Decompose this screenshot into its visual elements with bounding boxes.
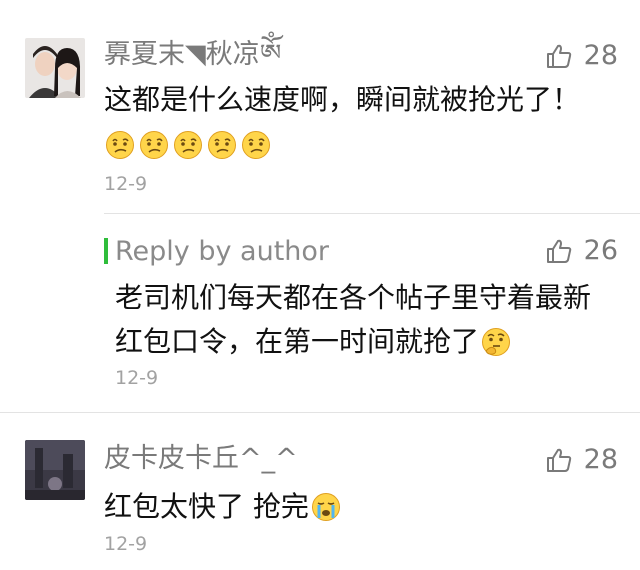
reply-like-button[interactable]: 26 bbox=[546, 237, 618, 264]
comment-date: 12-9 bbox=[104, 533, 148, 555]
reply-text-line-2: 红包口令，在第一时间就抢了 bbox=[115, 321, 511, 363]
reply-by-author-label: Reply by author bbox=[115, 236, 330, 267]
confused-face-icon bbox=[140, 131, 168, 159]
reply-divider bbox=[104, 213, 640, 214]
thumbs-up-icon bbox=[546, 448, 571, 472]
reply-like-count: 26 bbox=[583, 235, 618, 266]
emoji-row bbox=[105, 130, 271, 160]
thumbs-up-icon bbox=[546, 44, 571, 68]
like-count: 28 bbox=[583, 40, 618, 71]
thinking-face-icon bbox=[482, 328, 511, 356]
comment-text: 红包太快了 抢完 bbox=[104, 490, 309, 523]
commenter-name[interactable]: 奡夏末◥秋凉ༀ bbox=[104, 41, 281, 68]
like-count: 28 bbox=[583, 444, 618, 475]
reply-text-line-2-content: 红包口令，在第一时间就抢了 bbox=[115, 325, 480, 358]
reply-accent-bar bbox=[104, 238, 108, 264]
thumbs-up-icon bbox=[546, 239, 571, 263]
confused-face-icon bbox=[208, 131, 236, 159]
like-button[interactable]: 28 bbox=[546, 446, 618, 473]
reply-date: 12-9 bbox=[115, 367, 159, 389]
confused-face-icon bbox=[174, 131, 202, 159]
comment-date: 12-9 bbox=[104, 173, 148, 195]
reply-text-line-1: 老司机们每天都在各个帖子里守着最新 bbox=[115, 281, 592, 314]
like-button[interactable]: 28 bbox=[546, 42, 618, 69]
avatar[interactable] bbox=[25, 38, 85, 98]
confused-face-icon bbox=[106, 131, 134, 159]
comment-text: 这都是什么速度啊，瞬间就被抢光了！ bbox=[104, 83, 581, 116]
comment-divider bbox=[0, 412, 640, 413]
crying-face-icon bbox=[311, 493, 340, 521]
comment-text-row: 红包太快了 抢完 bbox=[104, 486, 341, 528]
avatar[interactable] bbox=[25, 440, 85, 500]
commenter-name[interactable]: 皮卡皮卡丘^_^ bbox=[104, 445, 298, 472]
confused-face-icon bbox=[242, 131, 270, 159]
